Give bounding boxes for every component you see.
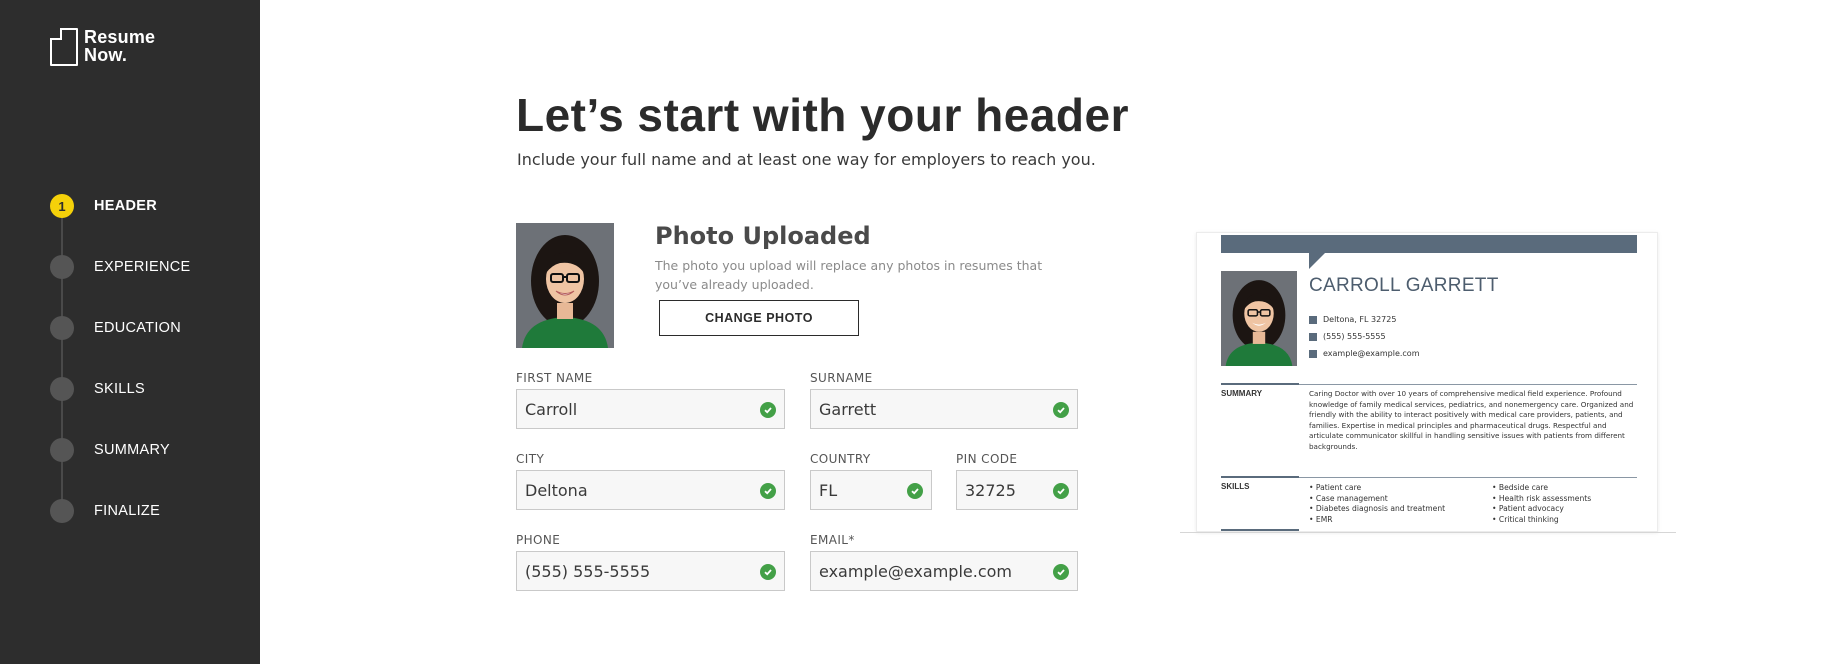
skill-item: Diabetes diagnosis and treatment [1309, 504, 1445, 515]
skill-item: Patient care [1309, 483, 1445, 494]
surname-field[interactable] [810, 389, 1078, 429]
summary-rule-thin [1299, 384, 1637, 385]
check-icon [760, 402, 776, 418]
step-label: SUMMARY [94, 442, 170, 458]
step-summary[interactable]: SUMMARY [50, 437, 170, 463]
check-icon [760, 564, 776, 580]
surname-label: SURNAME [810, 371, 873, 385]
resume-skills-right: Bedside care Health risk assessments Pat… [1492, 483, 1591, 525]
first-name-label: FIRST NAME [516, 371, 593, 385]
skill-item: Bedside care [1492, 483, 1591, 494]
page-title: Let’s start with your header [516, 89, 1129, 141]
resume-photo [1221, 271, 1297, 366]
step-indicator [50, 438, 74, 462]
city-input[interactable] [525, 480, 784, 500]
step-indicator [50, 499, 74, 523]
step-finalize[interactable]: FINALIZE [50, 498, 160, 524]
resume-skills-left: Patient care Case management Diabetes di… [1309, 483, 1445, 525]
city-label: CITY [516, 452, 545, 466]
country-label: COUNTRY [810, 452, 871, 466]
surname-input[interactable] [819, 399, 1077, 419]
resume-skills-heading: SKILLS [1221, 482, 1250, 491]
skill-item: Health risk assessments [1492, 494, 1591, 505]
document-icon [50, 28, 78, 66]
step-indicator: 1 [50, 194, 74, 218]
resume-name: CARROLL GARRETT [1309, 275, 1499, 296]
resume-preview[interactable]: CARROLL GARRETT Deltona, FL 32725 (555) … [1196, 232, 1658, 532]
skills-rule [1221, 476, 1299, 478]
photo-description: The photo you upload will replace any ph… [655, 258, 1043, 292]
step-label: FINALIZE [94, 503, 161, 519]
check-icon [1053, 483, 1069, 499]
skill-item: EMR [1309, 515, 1445, 526]
next-section-rule [1221, 529, 1299, 531]
step-experience[interactable]: EXPERIENCE [50, 254, 190, 280]
profile-photo [516, 223, 614, 348]
phone-input[interactable] [525, 561, 784, 581]
skill-item: Patient advocacy [1492, 504, 1591, 515]
skill-item: Case management [1309, 494, 1445, 505]
step-indicator [50, 377, 74, 401]
preview-baseline [1180, 532, 1676, 533]
brand-name: Resume Now. [84, 27, 156, 65]
pin-code-field[interactable] [956, 470, 1078, 510]
phone-icon [1309, 332, 1317, 341]
change-photo-button[interactable]: CHANGE PHOTO [659, 300, 859, 336]
resume-address: Deltona, FL 32725 [1309, 315, 1396, 324]
email-input[interactable] [819, 561, 1077, 581]
step-label: HEADER [94, 198, 158, 214]
check-icon [760, 483, 776, 499]
first-name-field[interactable] [516, 389, 785, 429]
email-label: EMAIL* [810, 533, 855, 547]
country-field[interactable] [810, 470, 932, 510]
step-indicator [50, 255, 74, 279]
resume-summary-heading: SUMMARY [1221, 389, 1263, 398]
email-field[interactable] [810, 551, 1078, 591]
sidebar: Resume Now. 1 HEADER EXPERIENCE EDUCATIO… [0, 0, 260, 664]
location-icon [1309, 315, 1317, 324]
summary-rule [1221, 383, 1299, 385]
page-subtitle: Include your full name and at least one … [517, 150, 1096, 169]
step-header[interactable]: 1 HEADER [50, 193, 157, 219]
steps-connector [61, 206, 63, 512]
step-education[interactable]: EDUCATION [50, 315, 181, 341]
check-icon [907, 483, 923, 499]
step-label: EXPERIENCE [94, 259, 191, 275]
resume-header-notch [1309, 253, 1325, 269]
brand-logo[interactable]: Resume Now. [50, 28, 155, 66]
resume-email: example@example.com [1309, 349, 1420, 358]
city-field[interactable] [516, 470, 785, 510]
phone-field[interactable] [516, 551, 785, 591]
check-icon [1053, 402, 1069, 418]
pin-code-label: PIN CODE [956, 452, 1018, 466]
step-label: EDUCATION [94, 320, 182, 336]
step-skills[interactable]: SKILLS [50, 376, 145, 402]
step-label: SKILLS [94, 381, 145, 397]
step-indicator [50, 316, 74, 340]
email-icon [1309, 349, 1317, 358]
photo-status-title: Photo Uploaded [655, 222, 871, 250]
resume-summary-text: Caring Doctor with over 10 years of comp… [1309, 389, 1634, 451]
check-icon [1053, 564, 1069, 580]
resume-header-bar [1221, 235, 1637, 253]
resume-phone: (555) 555-5555 [1309, 332, 1386, 341]
first-name-input[interactable] [525, 399, 784, 419]
phone-label: PHONE [516, 533, 561, 547]
skill-item: Critical thinking [1492, 515, 1591, 526]
skills-rule-thin [1299, 477, 1637, 478]
